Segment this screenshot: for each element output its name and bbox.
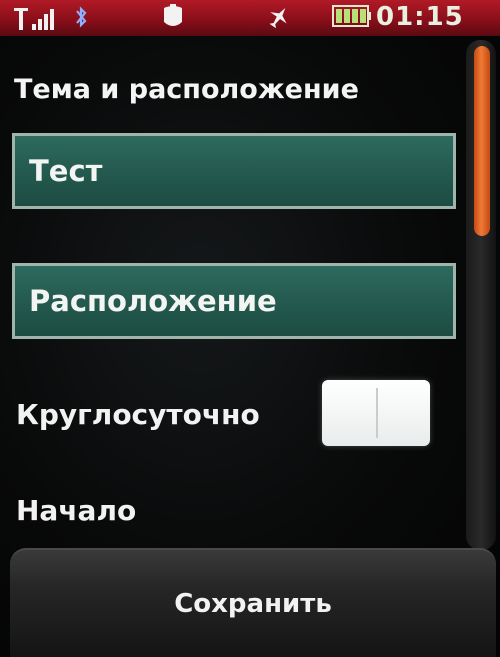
battery-icon bbox=[332, 5, 371, 27]
all-day-toggle[interactable] bbox=[322, 380, 430, 446]
screen: 01:15 Тема и расположение Круглосуточно … bbox=[0, 0, 500, 657]
signal-icon bbox=[14, 8, 54, 30]
location-field[interactable] bbox=[12, 263, 456, 339]
airplane-icon bbox=[269, 7, 287, 29]
toggle-divider bbox=[376, 388, 378, 438]
all-day-label: Круглосуточно bbox=[16, 398, 260, 431]
section-title: Тема и расположение bbox=[14, 74, 359, 105]
bluetooth-icon bbox=[76, 6, 87, 28]
save-button[interactable]: Сохранить bbox=[10, 548, 496, 657]
scrollbar-thumb[interactable] bbox=[474, 46, 490, 236]
start-label: Начало bbox=[16, 494, 137, 527]
subject-field[interactable] bbox=[12, 133, 456, 209]
status-time: 01:15 bbox=[376, 2, 464, 32]
status-bar: 01:15 bbox=[0, 0, 500, 36]
app-notification-icon bbox=[164, 4, 182, 26]
